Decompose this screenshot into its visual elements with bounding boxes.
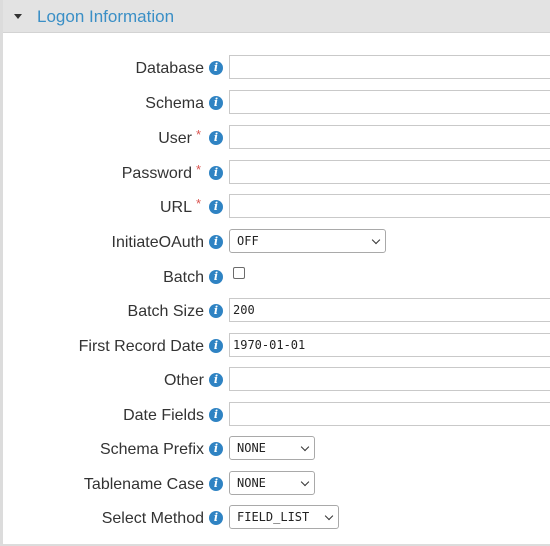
info-icon[interactable]: i (209, 373, 223, 387)
tablename-case-select[interactable]: NONE (229, 471, 315, 495)
date-fields-input[interactable] (229, 402, 550, 426)
user-label: User (158, 130, 192, 147)
info-icon[interactable]: i (209, 235, 223, 249)
tablename-case-value: NONE (237, 476, 266, 490)
section-title: Logon Information (37, 7, 175, 26)
schema-prefix-select[interactable]: NONE (229, 436, 315, 460)
row-schema: Schema i (0, 90, 550, 116)
row-password: Password * i (0, 160, 550, 186)
url-input[interactable] (229, 194, 550, 218)
info-icon[interactable]: i (209, 442, 223, 456)
tablename-case-label: Tablename Case (83, 476, 204, 493)
first-record-date-label: First Record Date (78, 338, 204, 355)
select-method-select[interactable]: FIELD_LIST (229, 505, 339, 529)
info-icon[interactable]: i (209, 339, 223, 353)
info-icon[interactable]: i (209, 61, 223, 75)
info-icon[interactable]: i (209, 304, 223, 318)
initiate-oauth-value: OFF (237, 234, 259, 248)
batch-checkbox[interactable] (233, 267, 245, 279)
other-label: Other (163, 372, 204, 389)
required-mark: * (196, 162, 202, 177)
row-batch-size: Batch Size i 200 (0, 298, 550, 324)
batch-size-label: Batch Size (127, 303, 204, 320)
other-input[interactable] (229, 367, 550, 391)
info-icon[interactable]: i (209, 166, 223, 180)
schema-input[interactable] (229, 90, 550, 114)
initiate-oauth-select[interactable]: OFF (229, 229, 386, 253)
user-input[interactable] (229, 125, 550, 149)
required-mark: * (196, 196, 202, 211)
row-user: User * i (0, 125, 550, 151)
url-label: URL (159, 199, 192, 216)
schema-prefix-label: Schema Prefix (99, 441, 204, 458)
section-header[interactable]: Logon Information (0, 0, 550, 33)
database-input[interactable] (229, 55, 550, 79)
password-label: Password (121, 165, 192, 182)
info-icon[interactable]: i (209, 131, 223, 145)
initiate-oauth-label: InitiateOAuth (111, 234, 205, 251)
info-icon[interactable]: i (209, 511, 223, 525)
info-icon[interactable]: i (209, 200, 223, 214)
password-input[interactable] (229, 160, 550, 184)
row-batch: Batch i (0, 264, 550, 290)
required-mark: * (196, 127, 202, 142)
info-icon[interactable]: i (209, 270, 223, 284)
info-icon[interactable]: i (209, 96, 223, 110)
row-other: Other i (0, 367, 550, 393)
info-icon[interactable]: i (209, 477, 223, 491)
batch-label: Batch (163, 269, 204, 286)
chevron-down-icon (300, 442, 310, 452)
schema-label: Schema (145, 95, 204, 112)
row-select-method: Select Method i FIELD_LIST (0, 505, 550, 531)
row-date-fields: Date Fields i (0, 402, 550, 428)
batch-size-input[interactable]: 200 (229, 298, 550, 322)
caret-down-icon[interactable] (14, 14, 22, 19)
row-database: Database i (0, 55, 550, 81)
select-method-value: FIELD_LIST (237, 510, 310, 524)
database-label: Database (135, 60, 205, 77)
info-icon[interactable]: i (209, 408, 223, 422)
row-initiate-oauth: InitiateOAuth i OFF (0, 229, 550, 255)
row-url: URL * i (0, 194, 550, 220)
row-first-record-date: First Record Date i 1970-01-01 (0, 333, 550, 359)
chevron-down-icon (371, 235, 381, 245)
schema-prefix-value: NONE (237, 441, 266, 455)
select-method-label: Select Method (101, 510, 204, 527)
first-record-date-input[interactable]: 1970-01-01 (229, 333, 550, 357)
row-tablename-case: Tablename Case i NONE (0, 471, 550, 497)
chevron-down-icon (300, 477, 310, 487)
chevron-down-icon (324, 511, 334, 521)
row-schema-prefix: Schema Prefix i NONE (0, 436, 550, 462)
date-fields-label: Date Fields (123, 407, 204, 424)
